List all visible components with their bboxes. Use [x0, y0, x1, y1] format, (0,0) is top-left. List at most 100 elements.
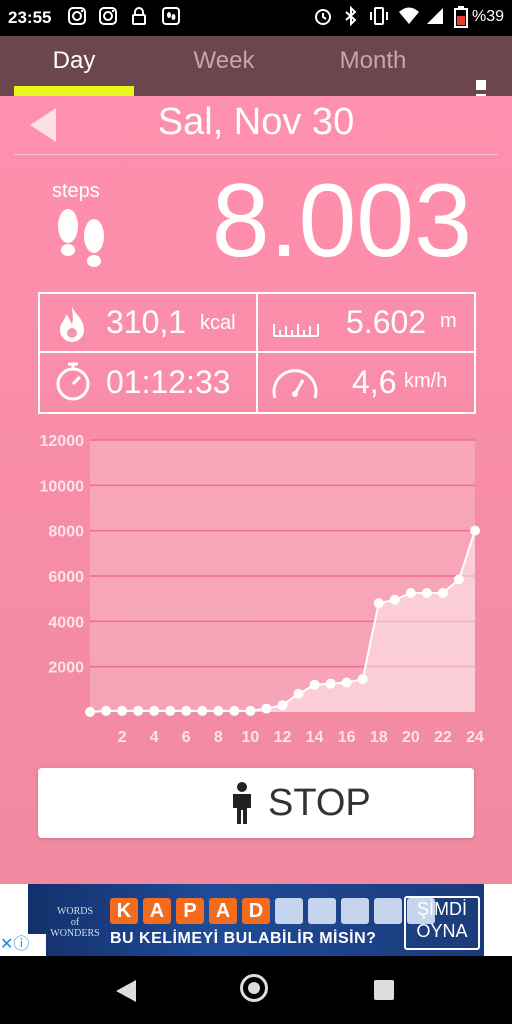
speedometer-icon	[270, 364, 320, 407]
tab-month[interactable]: Month	[313, 36, 433, 96]
chart-point	[421, 588, 432, 598]
y-tick-label: 12000	[40, 433, 85, 450]
ad-play-button[interactable]: ŞİMDİ OYNA	[404, 896, 480, 950]
x-tick-label: 6	[182, 729, 191, 746]
x-tick-label: 8	[214, 729, 223, 746]
letter-tile: A	[143, 898, 171, 924]
bluetooth-icon	[340, 5, 362, 28]
calories-value: 310,1	[106, 304, 187, 340]
nav-recents-icon[interactable]	[374, 980, 394, 1000]
x-tick-label: 20	[402, 729, 420, 746]
chart-point	[373, 598, 384, 609]
x-tick-label: 4	[150, 729, 159, 746]
x-tick-label: 16	[338, 729, 356, 746]
letter-tile	[341, 898, 369, 924]
x-tick-label: 22	[434, 729, 452, 746]
chart-point	[133, 705, 144, 716]
x-tick-label: 18	[370, 729, 388, 746]
letter-tile	[308, 898, 336, 924]
chart-point	[341, 677, 352, 688]
duration-value: 01:12:33	[106, 364, 231, 400]
letter-tile: A	[209, 898, 237, 924]
status-bar: 23:55 %39	[0, 0, 512, 36]
ad-question: BU KELİMEYİ BULABİLİR MİSİN?	[110, 930, 377, 947]
main-panel: Sal, Nov 30 steps 8.003 310,1 kcal 5.602…	[0, 96, 512, 884]
active-tab-indicator	[14, 86, 134, 96]
nav-home-icon[interactable]	[240, 974, 268, 1002]
y-tick-label: 2000	[48, 660, 84, 677]
ad-close-icon[interactable]: ✕ⓘ	[0, 934, 46, 956]
x-tick-label: 12	[274, 729, 292, 746]
y-tick-label: 6000	[48, 569, 84, 586]
chart-point	[357, 674, 368, 685]
stopwatch-icon	[54, 360, 92, 407]
chart-point	[165, 705, 176, 716]
alarm-icon	[312, 6, 334, 28]
chart-point	[149, 705, 160, 716]
signal-icon	[424, 6, 446, 28]
y-tick-label: 10000	[40, 478, 85, 495]
chart-point	[277, 700, 288, 711]
letter-tile	[275, 898, 303, 924]
speed-value: 4,6	[352, 364, 397, 400]
steps-label: steps	[52, 180, 100, 202]
letter-tile: D	[242, 898, 270, 924]
stop-button[interactable]: STOP	[38, 768, 474, 838]
steps-count: 8.003	[211, 163, 472, 279]
wifi-icon	[398, 6, 420, 28]
ad-banner[interactable]: WORDS of WONDERS K A P A D BU KELİMEYİ BUL…	[0, 884, 512, 956]
chart-point	[213, 705, 224, 716]
x-tick-label: 14	[306, 729, 324, 746]
calories-unit: kcal	[200, 312, 236, 334]
chart-point	[437, 588, 448, 598]
chart-point	[181, 705, 192, 716]
lock-icon	[128, 6, 150, 28]
x-tick-label: 24	[466, 729, 484, 746]
chart-point	[389, 594, 400, 605]
distance-unit: m	[440, 310, 457, 332]
chart-point	[470, 525, 480, 536]
chart-point	[101, 705, 112, 716]
system-nav-bar	[0, 956, 512, 1024]
battery-icon	[450, 6, 472, 28]
battery-percent: %39	[471, 8, 504, 25]
chart-point	[245, 705, 256, 716]
y-tick-label: 8000	[48, 524, 84, 541]
flame-icon	[54, 304, 90, 349]
steps-chart: 200040006000800010000120002 4 6 8 10 12 14 16 18…	[40, 433, 485, 746]
x-tick-label: 10	[242, 729, 260, 746]
chart-point	[453, 574, 464, 585]
stats-grid: 310,1 kcal 5.602 m 01:12:33 4,6 km/h	[38, 292, 476, 414]
instagram-icon	[66, 6, 88, 28]
status-time: 23:55	[8, 8, 52, 27]
letter-tile	[374, 898, 402, 924]
letter-tile: P	[176, 898, 204, 924]
nav-back-icon[interactable]	[116, 980, 136, 1002]
footprints-icon	[54, 206, 110, 272]
chart-point	[405, 588, 416, 598]
chart-point	[197, 705, 208, 716]
footprint-app-icon	[160, 6, 182, 28]
vibrate-icon	[368, 6, 390, 28]
instagram-icon	[97, 6, 119, 28]
walking-person-icon	[230, 782, 254, 829]
stop-button-label: STOP	[268, 782, 371, 824]
chart-point	[229, 705, 240, 716]
ad-logo: WORDS of WONDERS	[50, 906, 100, 939]
date-title: Sal, Nov 30	[157, 101, 355, 143]
date-header: Sal, Nov 30	[14, 96, 498, 155]
chart-point	[85, 707, 95, 717]
chart-point	[293, 688, 304, 699]
chart-point	[261, 703, 272, 714]
speed-unit: km/h	[404, 370, 448, 392]
tab-week[interactable]: Week	[164, 36, 284, 96]
chart-point	[325, 678, 336, 689]
y-tick-label: 4000	[48, 614, 84, 631]
ad-creative[interactable]: WORDS of WONDERS K A P A D BU KELİMEYİ BUL…	[28, 884, 484, 956]
chart-point	[117, 705, 128, 716]
ruler-icon	[272, 316, 320, 343]
distance-value: 5.602	[346, 304, 427, 340]
chart-point	[309, 679, 320, 690]
x-tick-label: 2	[118, 729, 127, 746]
letter-tile: K	[110, 898, 138, 924]
